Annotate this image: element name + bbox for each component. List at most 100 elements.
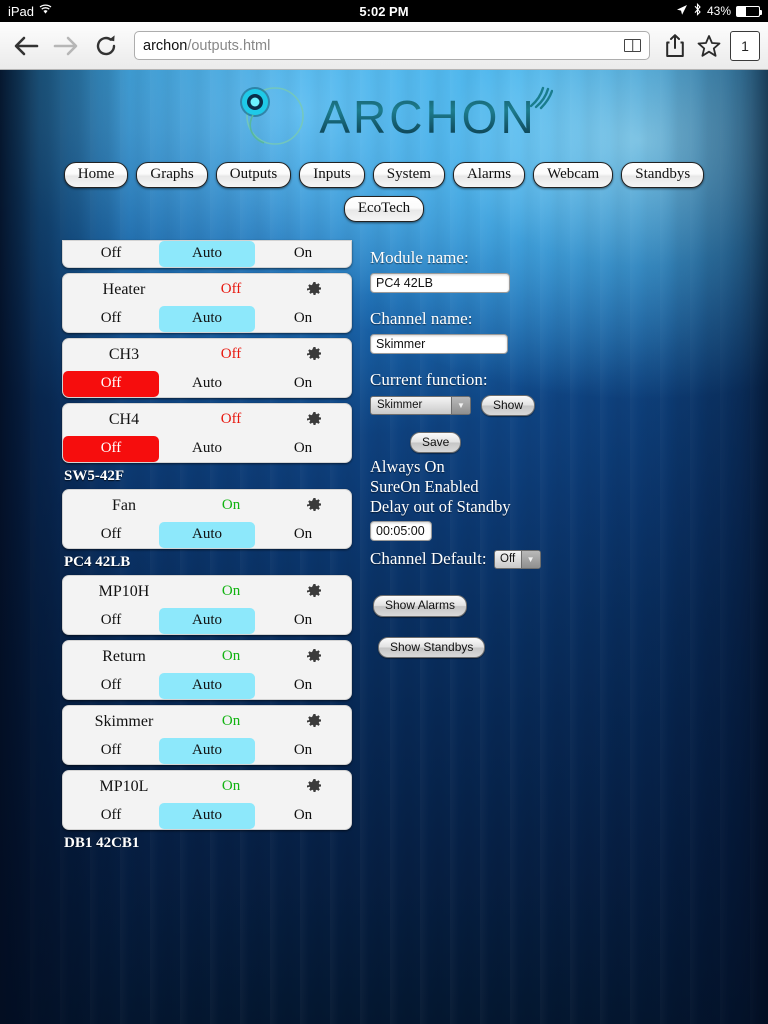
chevron-down-icon: ▼ (520, 550, 540, 568)
page-background: ARCHON Home Graphs Outputs Inputs System Alar… (0, 70, 768, 1024)
nav-button-ecotech[interactable]: EcoTech (343, 195, 425, 222)
ios-status-bar: iPad 5:02 PM 43% (0, 0, 768, 22)
mode-option-auto[interactable]: Auto (159, 672, 255, 699)
module-name-input[interactable]: PC4 42LB (370, 272, 510, 293)
nav-button-home[interactable]: Home (63, 162, 129, 188)
gear-icon[interactable] (279, 713, 349, 730)
always-on-text: Always On (370, 457, 445, 477)
nav-button-inputs[interactable]: Inputs (299, 162, 365, 188)
channel-status-label: On (221, 497, 241, 513)
mode-option-auto[interactable]: Auto (159, 737, 255, 764)
gear-icon[interactable] (279, 346, 349, 363)
save-button[interactable]: Save (410, 431, 462, 454)
status-bar-right: 43% (676, 2, 762, 19)
url-input[interactable]: archon/outputs.html (134, 31, 650, 60)
back-arrow-icon[interactable] (6, 26, 46, 66)
nav-button-outputs[interactable]: Outputs (215, 162, 292, 188)
page-columns: Off Auto On Heater Off Off Auto On CH3 Off Off Auto… (0, 239, 768, 847)
output-group-title: SW5-42F (64, 467, 124, 484)
channel-name-label: MP10H (98, 582, 150, 600)
gear-icon[interactable] (279, 411, 349, 428)
site-logo: ARCHON (0, 70, 768, 158)
mode-option-off[interactable]: Off (63, 435, 159, 462)
mode-option-auto[interactable]: Auto (159, 371, 255, 397)
mode-option-off[interactable]: Off (63, 241, 159, 267)
nav-button-standbys[interactable]: Standbys (621, 162, 705, 188)
show-function-button[interactable]: Show (481, 394, 536, 416)
gear-icon[interactable] (279, 281, 349, 298)
channel-name-label: CH4 (108, 410, 140, 428)
signal-waves-icon (527, 86, 553, 115)
output-channel-card: Skimmer On Off Auto On (62, 704, 352, 765)
mode-option-off[interactable]: Off (63, 522, 159, 548)
mode-option-auto[interactable]: Auto (159, 607, 255, 634)
share-icon[interactable] (658, 26, 692, 66)
channel-mode-selector: Off Auto On (63, 240, 351, 267)
channel-name-label: MP10L (99, 777, 149, 795)
mode-option-auto[interactable]: Auto (159, 305, 255, 332)
archon-logo-icon (231, 82, 315, 152)
sureon-enabled-text: SureOn Enabled (370, 477, 479, 497)
channel-name-input[interactable]: Skimmer (370, 333, 508, 354)
delay-out-of-standby-input[interactable]: 00:05:00 (370, 521, 432, 542)
mode-option-on[interactable]: On (255, 608, 351, 634)
nav-button-alarms[interactable]: Alarms (452, 162, 526, 188)
reload-icon[interactable] (86, 26, 126, 66)
mode-option-off[interactable]: Off (63, 370, 159, 397)
forward-arrow-icon[interactable] (46, 26, 86, 66)
chevron-down-icon: ▼ (451, 396, 470, 414)
channel-name-label: Skimmer (94, 712, 154, 730)
mode-option-off[interactable]: Off (63, 803, 159, 829)
mode-option-auto[interactable]: Auto (159, 436, 255, 462)
channel-mode-selector: Off Auto On (63, 802, 351, 829)
device-name-label: iPad (8, 3, 35, 19)
output-channel-card: Return On Off Auto On (62, 639, 352, 700)
channel-status-label: On (221, 713, 241, 729)
mode-option-on[interactable]: On (255, 673, 351, 699)
current-function-select[interactable]: Skimmer ▼ (370, 395, 471, 415)
nav-button-webcam[interactable]: Webcam (533, 162, 614, 188)
mode-option-off[interactable]: Off (63, 738, 159, 764)
channel-name-label: Heater (102, 280, 146, 298)
nav-button-system[interactable]: System (372, 162, 445, 188)
browser-toolbar: archon/outputs.html 1 (0, 22, 768, 70)
nav-button-graphs[interactable]: Graphs (136, 162, 208, 188)
channel-name-label: Return (102, 647, 146, 665)
current-function-field-block: Current function: Skimmer ▼ Show (370, 370, 700, 416)
gear-icon[interactable] (279, 497, 349, 514)
mode-option-auto[interactable]: Auto (159, 521, 255, 548)
channel-default-selected-value: Off (500, 553, 516, 566)
mode-option-off[interactable]: Off (63, 608, 159, 634)
tab-count-button[interactable]: 1 (730, 30, 760, 61)
channel-name-label: Channel name: (370, 308, 473, 328)
mode-option-on[interactable]: On (255, 738, 351, 764)
show-standbys-button[interactable]: Show Standbys (378, 636, 486, 659)
channel-header: CH3 Off (63, 339, 351, 371)
channel-name-field-block: Channel name: Skimmer (370, 309, 700, 354)
show-alarms-button[interactable]: Show Alarms (373, 595, 468, 617)
gear-icon[interactable] (279, 583, 349, 600)
mode-option-on[interactable]: On (255, 436, 351, 462)
mode-option-on[interactable]: On (255, 371, 351, 397)
mode-option-on[interactable]: On (255, 306, 351, 332)
mode-option-on[interactable]: On (255, 803, 351, 829)
mode-option-auto[interactable]: Auto (159, 802, 255, 829)
gear-icon[interactable] (279, 778, 349, 795)
mode-option-on[interactable]: On (255, 241, 351, 267)
output-group-title: PC4 42LB (64, 553, 131, 570)
current-function-selected-value: Skimmer (377, 399, 423, 412)
star-icon[interactable] (692, 26, 726, 66)
mode-option-off[interactable]: Off (63, 306, 159, 332)
mode-option-on[interactable]: On (255, 522, 351, 548)
channel-status-label: Off (220, 346, 242, 362)
show-alarms-row: Show Alarms (373, 595, 700, 617)
channel-status-label: Off (220, 411, 242, 427)
channel-header: Heater Off (63, 274, 351, 306)
channel-mode-selector: Off Auto On (63, 305, 351, 332)
reader-view-icon[interactable] (624, 39, 641, 52)
mode-option-off[interactable]: Off (63, 673, 159, 699)
channel-header: CH4 Off (63, 404, 351, 436)
channel-default-select[interactable]: Off ▼ (493, 549, 541, 569)
mode-option-auto[interactable]: Auto (159, 240, 255, 267)
gear-icon[interactable] (279, 648, 349, 665)
